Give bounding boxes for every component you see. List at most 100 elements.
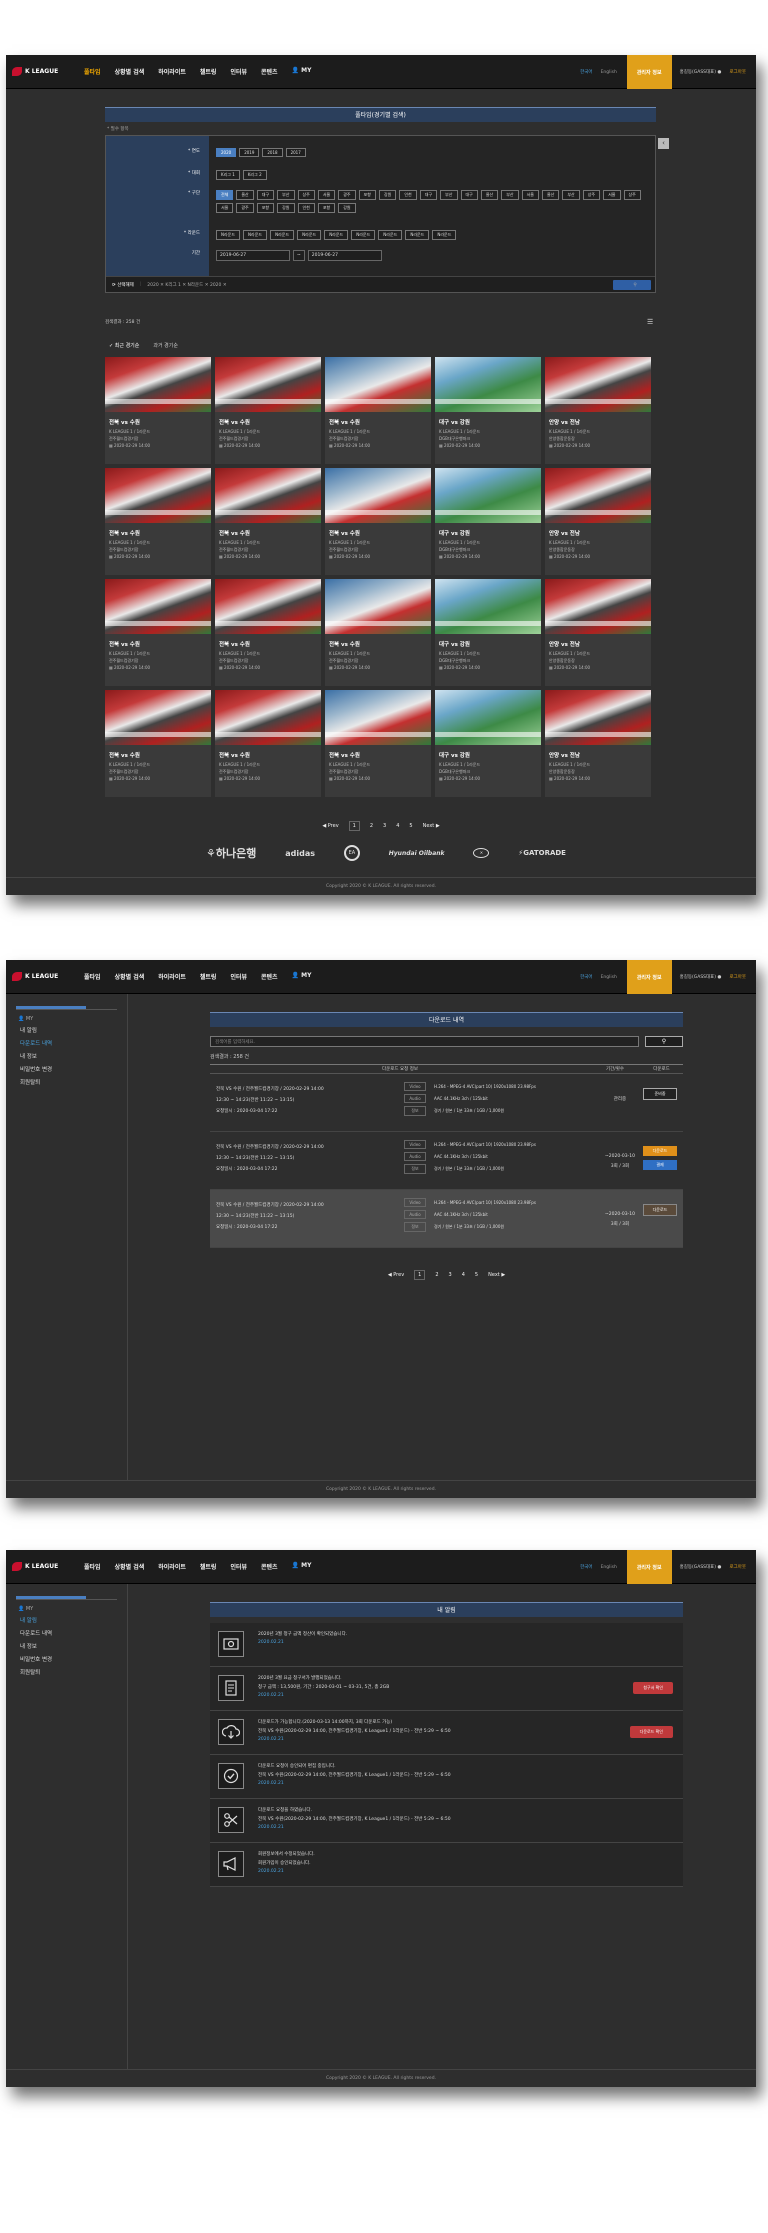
download-button[interactable]: 다운로드 [643, 1146, 677, 1156]
menu-highlight[interactable]: 하이라이트 [158, 1562, 186, 1571]
club-option[interactable]: 대구 [419, 190, 438, 200]
collapse-icon[interactable]: ‹ [658, 138, 669, 149]
prev-page-button[interactable]: ◀ Prev [322, 823, 338, 829]
club-option[interactable]: 강원 [379, 190, 397, 200]
club-option[interactable]: 인천 [399, 190, 417, 200]
club-option[interactable]: 강원 [338, 203, 356, 213]
lang-english[interactable]: English [601, 70, 617, 75]
match-card[interactable]: 안양 vs 전남 K LEAGUE 1 / 1라운드 안양종합운동장 ▦ 2020-0… [545, 468, 651, 575]
match-thumbnail[interactable] [215, 357, 321, 412]
sponsor-hyundai-logo[interactable]: Hyundai Oilbank [389, 850, 445, 857]
match-card[interactable]: 전북 vs 수원 K LEAGUE 1 / 1라운드 전주월드컵경기장 ▦ 2020-… [325, 357, 431, 464]
side-item-profile[interactable]: 내 정보 [20, 1052, 127, 1060]
lang-korean[interactable]: 한국어 [580, 1564, 592, 1570]
side-item-withdraw[interactable]: 회원탈퇴 [20, 1668, 127, 1676]
admin-info-button[interactable]: 관리자 정보 [626, 55, 672, 89]
match-thumbnail[interactable] [105, 690, 211, 745]
club-option[interactable]: 부산 [440, 190, 458, 200]
page-4[interactable]: 4 [396, 823, 399, 829]
menu-challenge[interactable]: 챌트링 [200, 1562, 217, 1571]
club-option[interactable]: 서울 [317, 190, 336, 200]
menu-interview[interactable]: 인터뷰 [230, 972, 247, 981]
match-thumbnail[interactable] [215, 468, 321, 523]
page-2[interactable]: 2 [435, 1272, 438, 1278]
match-card[interactable]: 전북 vs 수원 K LEAGUE 1 / 1라운드 전주월드컵경기장 ▦ 2020-… [325, 468, 431, 575]
preparing-button[interactable]: 준비중 [643, 1088, 677, 1100]
kleague-logo[interactable]: K LEAGUE [12, 67, 72, 76]
menu-fulltime[interactable]: 풀타임 [84, 1562, 101, 1571]
match-thumbnail[interactable] [435, 579, 541, 634]
side-item-alerts[interactable]: 내 알림 [20, 1026, 127, 1034]
match-thumbnail[interactable] [215, 579, 321, 634]
match-thumbnail[interactable] [325, 357, 431, 412]
club-option[interactable]: 전체 [216, 190, 234, 200]
date-from-input[interactable]: 2019-06-27 [216, 250, 290, 261]
league-option[interactable]: K리그 1 [216, 170, 240, 180]
match-thumbnail[interactable] [215, 690, 321, 745]
menu-situation-search[interactable]: 상황별 검색 [115, 972, 145, 981]
payment-button[interactable]: 결제 [643, 1160, 677, 1170]
match-thumbnail[interactable] [435, 357, 541, 412]
lang-english[interactable]: English [601, 1565, 617, 1570]
menu-my[interactable]: 👤 MY [292, 67, 326, 76]
club-option[interactable]: 포항 [358, 190, 376, 200]
match-thumbnail[interactable] [435, 468, 541, 523]
page-1[interactable]: 1 [348, 821, 360, 831]
club-option[interactable]: 서울 [216, 203, 234, 213]
sponsor-gatorade-logo[interactable]: ⚡GATORADE [518, 849, 566, 857]
round-option[interactable]: N라운드 [297, 230, 322, 240]
lang-english[interactable]: English [601, 975, 617, 980]
search-button[interactable]: ⚲ [613, 280, 651, 290]
sort-past-tab[interactable]: 과거 경기순 [153, 342, 178, 349]
round-option[interactable]: N라운드 [324, 230, 349, 240]
menu-contents[interactable]: 콘텐츠 [261, 972, 278, 981]
next-page-button[interactable]: Next ▶ [488, 1272, 505, 1278]
download-search-button[interactable]: ⚲ [645, 1036, 683, 1047]
user-name[interactable]: 홍길동(GASS대표) ● [680, 69, 722, 75]
date-to-input[interactable]: 2019-06-27 [307, 250, 382, 261]
season-option[interactable]: 2019 [239, 148, 260, 157]
match-card[interactable]: 전북 vs 수원 K LEAGUE 1 / 1라운드 전주월드컵경기장 ▦ 2020-… [105, 690, 211, 797]
sponsor-hana-logo[interactable]: ⚘하나은행 [206, 845, 256, 861]
club-option[interactable]: 강원 [277, 203, 295, 213]
match-card[interactable]: 전북 vs 수원 K LEAGUE 1 / 1라운드 전주월드컵경기장 ▦ 2020-… [325, 690, 431, 797]
side-item-withdraw[interactable]: 회원탈퇴 [20, 1078, 127, 1086]
kleague-logo[interactable]: K LEAGUE [12, 972, 72, 981]
sort-recent-tab[interactable]: ✓ 최근 경기순 [109, 342, 139, 349]
match-card[interactable]: 전북 vs 수원 K LEAGUE 1 / 1라운드 전주월드컵경기장 ▦ 2020-… [215, 468, 321, 575]
menu-highlight[interactable]: 하이라이트 [158, 67, 186, 76]
club-option[interactable]: 상주 [582, 190, 601, 200]
selected-filters[interactable]: 2020 ✕ K리그 1 ✕ N라운드 ✕ 2020 ✕ [147, 282, 226, 288]
alert-action-button[interactable]: 청구서 확인 [633, 1682, 673, 1694]
lang-korean[interactable]: 한국어 [580, 69, 592, 75]
club-option[interactable]: 광주 [338, 190, 356, 200]
list-view-icon[interactable]: ☰ [647, 318, 653, 326]
sponsor-ea-logo[interactable]: EA [343, 845, 360, 861]
round-option[interactable]: N라운드 [378, 230, 403, 240]
match-thumbnail[interactable] [325, 690, 431, 745]
round-option[interactable]: N라운드 [216, 230, 241, 240]
reset-selection-button[interactable]: ⟳ 선택해제 [112, 282, 134, 288]
match-card[interactable]: 대구 vs 강원 K LEAGUE 1 / 1라운드 DGB대구은행파크 ▦ 2020… [435, 357, 541, 464]
menu-situation-search[interactable]: 상황별 검색 [115, 1562, 145, 1571]
menu-interview[interactable]: 인터뷰 [230, 1562, 247, 1571]
round-option[interactable]: N라운드 [432, 230, 457, 240]
menu-interview[interactable]: 인터뷰 [230, 67, 247, 76]
club-option[interactable]: 울산 [480, 190, 499, 200]
match-thumbnail[interactable] [545, 357, 651, 412]
download-button[interactable]: 다운로드 [643, 1204, 677, 1216]
side-item-alerts[interactable]: 내 알림 [20, 1616, 127, 1624]
round-option[interactable]: N라운드 [405, 230, 430, 240]
match-card[interactable]: 전북 vs 수원 K LEAGUE 1 / 1라운드 전주월드컵경기장 ▦ 2020-… [105, 357, 211, 464]
sponsor-adidas-logo[interactable]: adidas [285, 849, 315, 858]
match-card[interactable]: 대구 vs 강원 K LEAGUE 1 / 1라운드 DGB대구은행파크 ▦ 2020… [435, 690, 541, 797]
club-option[interactable]: 포항 [317, 203, 336, 213]
logout-link[interactable]: 로그아웃 [729, 69, 746, 75]
menu-contents[interactable]: 콘텐츠 [261, 67, 278, 76]
match-card[interactable]: 대구 vs 강원 K LEAGUE 1 / 1라운드 DGB대구은행파크 ▦ 2020… [435, 468, 541, 575]
page-3[interactable]: 3 [449, 1272, 452, 1278]
match-thumbnail[interactable] [105, 357, 211, 412]
match-card[interactable]: 안양 vs 전남 K LEAGUE 1 / 1라운드 안양종합운동장 ▦ 2020-0… [545, 690, 651, 797]
club-option[interactable]: 대구 [460, 190, 478, 200]
side-item-password[interactable]: 비밀번호 변경 [20, 1655, 127, 1663]
